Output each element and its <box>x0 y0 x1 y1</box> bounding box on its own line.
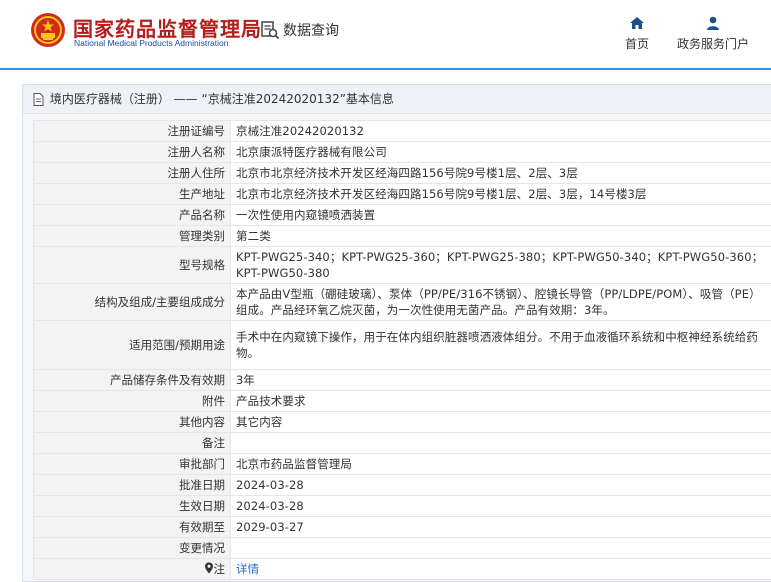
details-link[interactable]: 详情 <box>236 562 259 576</box>
row-label: 型号规格 <box>34 247 231 284</box>
row-label: 适用范围/预期用途 <box>34 321 231 370</box>
table-row: 其他内容其它内容 <box>34 412 771 433</box>
table-row: 注册人住所北京市北京经济技术开发区经海四路156号院9号楼1层、2层、3层 <box>34 163 771 184</box>
table-row: 管理类别第二类 <box>34 226 771 247</box>
nav-home-label: 首页 <box>625 37 649 51</box>
registration-info-table: 注册证编号京械注准20242020132 注册人名称北京康派特医疗器械有限公司 … <box>33 120 771 580</box>
row-label: 备注 <box>34 433 231 454</box>
row-value: 其它内容 <box>231 412 771 433</box>
row-value: 3年 <box>231 370 771 391</box>
row-label: 产品名称 <box>34 205 231 226</box>
row-label: 有效期至 <box>34 517 231 538</box>
row-value: 2024-03-28 <box>231 496 771 517</box>
table-row: 生效日期2024-03-28 <box>34 496 771 517</box>
table-row: 附件产品技术要求 <box>34 391 771 412</box>
row-label: 结构及组成/主要组成成分 <box>34 284 231 321</box>
table-row: 产品储存条件及有效期3年 <box>34 370 771 391</box>
row-value: 北京市药品监督管理局 <box>231 454 771 475</box>
table-row: 注册证编号京械注准20242020132 <box>34 121 771 142</box>
row-value: 2024-03-28 <box>231 475 771 496</box>
table-row: 型号规格KPT-PWG25-340；KPT-PWG25-360；KPT-PWG2… <box>34 247 771 284</box>
table-row: 批准日期2024-03-28 <box>34 475 771 496</box>
row-value: 北京市北京经济技术开发区经海四路156号院9号楼1层、2层、3层 <box>231 163 771 184</box>
row-value: 2029-03-27 <box>231 517 771 538</box>
data-query-label: 数据查询 <box>283 20 339 40</box>
row-value: 本产品由V型瓶（硼硅玻璃）、泵体（PP/PE/316不锈钢）、腔镜长导管（PP/… <box>231 284 771 321</box>
breadcrumb-category[interactable]: 境内医疗器械（注册） <box>50 92 170 106</box>
table-row: 有效期至2029-03-27 <box>34 517 771 538</box>
breadcrumb: 境内医疗器械（注册） —— “京械注准20242020132”基本信息 <box>23 85 771 114</box>
row-label: 审批部门 <box>34 454 231 475</box>
data-query-link[interactable]: 数据查询 <box>260 20 339 40</box>
location-pin-icon <box>204 562 214 574</box>
table-row: 注册人名称北京康派特医疗器械有限公司 <box>34 142 771 163</box>
note-value-cell: 详情 <box>231 559 771 580</box>
row-value: 产品技术要求 <box>231 391 771 412</box>
row-value: 北京市北京经济技术开发区经海四路156号院9号楼1层、2层、3层，14号楼3层 <box>231 184 771 205</box>
detail-panel: 境内医疗器械（注册） —— “京械注准20242020132”基本信息 注册证编… <box>22 84 771 582</box>
row-value <box>231 538 771 559</box>
table-row: 生产地址北京市北京经济技术开发区经海四路156号院9号楼1层、2层、3层，14号… <box>34 184 771 205</box>
row-value: 第二类 <box>231 226 771 247</box>
row-label: 其他内容 <box>34 412 231 433</box>
row-label: 生产地址 <box>34 184 231 205</box>
row-value: 京械注准20242020132 <box>231 121 771 142</box>
row-label: 注册人住所 <box>34 163 231 184</box>
row-value: 北京康派特医疗器械有限公司 <box>231 142 771 163</box>
table-row: 产品名称一次性使用内窥镜喷洒装置 <box>34 205 771 226</box>
nav-home[interactable]: 首页 <box>621 15 653 52</box>
data-query-icon <box>260 20 280 40</box>
row-label: 变更情况 <box>34 538 231 559</box>
user-icon <box>705 15 721 31</box>
row-label: 批准日期 <box>34 475 231 496</box>
table-row-note: 注 详情 <box>34 559 771 580</box>
note-label: 注 <box>214 562 226 576</box>
row-value: 一次性使用内窥镜喷洒装置 <box>231 205 771 226</box>
home-icon <box>629 15 645 31</box>
table-row: 适用范围/预期用途手术中在内窥镜下操作，用于在体内组织脏器喷洒液体组分。不用于血… <box>34 321 771 370</box>
row-label: 附件 <box>34 391 231 412</box>
row-label: 生效日期 <box>34 496 231 517</box>
table-row: 备注 <box>34 433 771 454</box>
row-value: 手术中在内窥镜下操作，用于在体内组织脏器喷洒液体组分。不用于血液循环系统和中枢神… <box>231 321 771 370</box>
row-label: 注册人名称 <box>34 142 231 163</box>
breadcrumb-current: “京械注准20242020132”基本信息 <box>202 92 394 106</box>
site-logo-subtitle[interactable]: National Medical Products Administration <box>74 38 229 48</box>
table-row: 变更情况 <box>34 538 771 559</box>
row-label: 管理类别 <box>34 226 231 247</box>
table-row: 审批部门北京市药品监督管理局 <box>34 454 771 475</box>
note-label-cell: 注 <box>34 559 231 580</box>
row-label: 产品储存条件及有效期 <box>34 370 231 391</box>
nav-service-portal-label: 政务服务门户 <box>677 37 749 51</box>
table-row: 结构及组成/主要组成成分本产品由V型瓶（硼硅玻璃）、泵体（PP/PE/316不锈… <box>34 284 771 321</box>
row-value: KPT-PWG25-340；KPT-PWG25-360；KPT-PWG25-38… <box>231 247 771 284</box>
nav-service-portal[interactable]: 政务服务门户 <box>674 15 752 52</box>
national-emblem-icon <box>30 12 66 48</box>
breadcrumb-separator: —— <box>174 92 198 106</box>
row-label: 注册证编号 <box>34 121 231 142</box>
row-value <box>231 433 771 454</box>
document-icon <box>33 93 44 106</box>
site-header: 国家药品监督管理局 National Medical Products Admi… <box>0 0 771 70</box>
